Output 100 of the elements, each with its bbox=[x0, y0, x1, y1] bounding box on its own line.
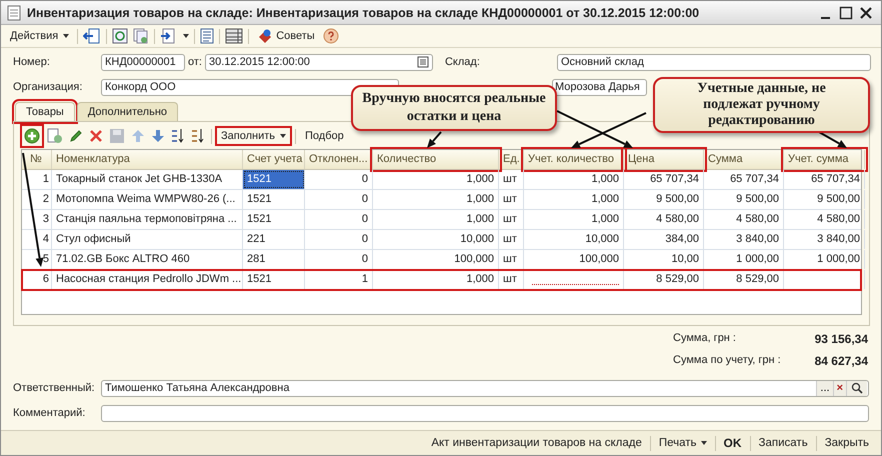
column-header[interactable]: Учет. количество bbox=[524, 150, 624, 169]
tips-button[interactable]: Советы bbox=[254, 27, 318, 45]
column-header[interactable]: Ед. bbox=[499, 150, 524, 169]
maximize-icon[interactable] bbox=[839, 6, 853, 20]
table-cell: 3 840,00 bbox=[704, 230, 784, 249]
total-label: Сумма, грн : bbox=[673, 332, 736, 346]
number-label: Номер: bbox=[13, 56, 51, 68]
search-icon[interactable] bbox=[846, 380, 867, 396]
column-header[interactable]: Сумма bbox=[704, 150, 784, 169]
column-header[interactable]: Учет. сумма bbox=[784, 150, 865, 169]
document-arrow-icon[interactable] bbox=[83, 28, 102, 44]
responsible-field[interactable]: Тимошенко Татьяна Александровна ... × bbox=[101, 380, 869, 396]
footer-button[interactable]: Записать bbox=[756, 435, 810, 451]
warehouse-field[interactable]: Основний склад bbox=[556, 54, 871, 70]
fill-menu[interactable]: Заполнить bbox=[218, 129, 290, 143]
close-icon[interactable] bbox=[859, 6, 873, 20]
responsible-value: Тимошенко Татьяна Александровна bbox=[105, 382, 290, 394]
comment-label: Комментарий: bbox=[13, 407, 86, 419]
actions-menu[interactable]: Действия bbox=[7, 29, 72, 43]
help-icon[interactable] bbox=[322, 28, 339, 44]
document-icon bbox=[7, 4, 21, 20]
comment-field[interactable] bbox=[101, 404, 869, 422]
table-cell: 2 bbox=[22, 190, 52, 209]
delete-icon[interactable] bbox=[89, 129, 103, 143]
table-cell: 10,00 bbox=[624, 250, 704, 269]
caret-icon[interactable] bbox=[183, 34, 190, 38]
table-cell: 3 840,00 bbox=[784, 230, 865, 249]
organization-label: Организация: bbox=[13, 81, 84, 93]
table-cell: 0 bbox=[305, 230, 373, 249]
table-cell: 0 bbox=[305, 250, 373, 269]
table-cell: 10,000 bbox=[373, 230, 499, 249]
column-header[interactable]: Номенклатура bbox=[52, 150, 243, 169]
callout: Вручную вносятся реальные остатки и цена bbox=[351, 85, 557, 131]
table-cell: шт bbox=[499, 190, 524, 209]
table-cell: 1,000 bbox=[524, 210, 624, 229]
column-header[interactable]: Цена bbox=[624, 150, 704, 169]
table-cell: шт bbox=[499, 170, 524, 189]
total-value: 93 156,34 bbox=[814, 332, 868, 346]
table-cell: шт bbox=[499, 270, 524, 289]
table-cell: 0 bbox=[305, 190, 373, 209]
table-cell: 1521 bbox=[243, 210, 305, 229]
number-field[interactable]: КНД00000001 bbox=[101, 54, 185, 70]
column-header[interactable]: Количество bbox=[373, 150, 499, 169]
table-cell: 8 529,00 bbox=[704, 270, 784, 289]
clear-button[interactable]: × bbox=[832, 380, 846, 396]
footer-button[interactable]: Печать bbox=[656, 435, 709, 451]
table-cell: 1 bbox=[305, 270, 373, 289]
calendar-icon[interactable] bbox=[416, 56, 429, 68]
table-cell: 221 bbox=[243, 230, 305, 249]
responsible-label: Ответственный: bbox=[13, 382, 96, 394]
table-cell: Мотопомпа Weima WMPW80-26 (... bbox=[52, 190, 243, 209]
table-cell: 65 707,34 bbox=[704, 170, 784, 189]
table-row[interactable]: 4 Стул офисный 221 0 10,000 шт 10,000 384,00 3 840,00 3 840,00 bbox=[22, 230, 861, 250]
arrow bbox=[818, 131, 847, 148]
copy-add-icon[interactable] bbox=[47, 128, 63, 144]
arrow-document-icon[interactable] bbox=[160, 28, 176, 44]
table-cell: 1,000 bbox=[373, 270, 499, 289]
choose-button[interactable]: ... bbox=[816, 380, 833, 396]
table-cell: 9 500,00 bbox=[704, 190, 784, 209]
pencil-icon[interactable] bbox=[69, 129, 83, 143]
add-icon[interactable] bbox=[23, 127, 41, 145]
table-row[interactable]: 1 Токарный станок Jet GHB-1330A 1521 0 1,000 шт 1,000 65 707,34 65 707,34 65 707,34 bbox=[22, 170, 861, 190]
date-field[interactable]: 30.12.2015 12:00:00 bbox=[204, 54, 433, 70]
tab[interactable]: Товары bbox=[15, 102, 75, 121]
table-cell: Станція паяльна термоповітряна ... bbox=[52, 210, 243, 229]
warehouse-label: Склад: bbox=[444, 56, 481, 68]
table-cell: 1521 bbox=[243, 170, 305, 189]
table-rows-icon[interactable] bbox=[225, 28, 244, 44]
column-header[interactable]: Отклонен... bbox=[305, 150, 373, 169]
tab[interactable]: Дополнительно bbox=[76, 102, 178, 121]
table-cell: Стул офисный bbox=[52, 230, 243, 249]
list-document-icon[interactable] bbox=[200, 28, 214, 44]
table-row[interactable]: 2 Мотопомпа Weima WMPW80-26 (... 1521 0 1,000 шт 1,000 9 500,00 9 500,00 9 500,00 bbox=[22, 190, 861, 210]
footer-button[interactable]: OK bbox=[722, 434, 744, 452]
table-row[interactable]: 3 Станція паяльна термоповітряна ... 1521 0 1,000 шт 1,000 4 580,00 4 580,00 4 580,00 bbox=[22, 210, 861, 230]
table-cell: 100,000 bbox=[524, 250, 624, 269]
table-cell: 1 000,00 bbox=[704, 250, 784, 269]
table-cell: 1,000 bbox=[373, 210, 499, 229]
column-header[interactable]: Счет учета bbox=[243, 150, 305, 169]
sort-ascending-icon[interactable] bbox=[171, 128, 185, 144]
table-cell: 1,000 bbox=[373, 190, 499, 209]
pick-button[interactable]: Подбор bbox=[302, 129, 347, 143]
table-cell: 9 500,00 bbox=[784, 190, 865, 209]
table-cell: 1 000,00 bbox=[784, 250, 865, 269]
table-cell: 1,000 bbox=[524, 190, 624, 209]
sort-descending-icon[interactable] bbox=[191, 128, 205, 144]
footer-button[interactable]: Акт инвентаризации товаров на складе bbox=[429, 435, 644, 451]
arrow-down-icon[interactable] bbox=[151, 129, 165, 143]
total-value: 84 627,34 bbox=[814, 354, 868, 368]
table-cell: 3 bbox=[22, 210, 52, 229]
document-copy-icon[interactable] bbox=[133, 28, 150, 44]
column-header[interactable]: № bbox=[22, 150, 52, 169]
table-cell: 4 bbox=[22, 230, 52, 249]
table-cell: 1,000 bbox=[373, 170, 499, 189]
window-title: Инвентаризация товаров на складе: Инвентаризация товаров на складе КНД00000001 от 30.12.2015 12:00:00 bbox=[27, 6, 700, 20]
table-cell: 1521 bbox=[243, 190, 305, 209]
table-cell: 4 580,00 bbox=[704, 210, 784, 229]
footer-button[interactable]: Закрыть bbox=[822, 435, 871, 451]
table-cell: шт bbox=[499, 210, 524, 229]
person-field[interactable]: Морозова Дарья bbox=[552, 78, 647, 96]
